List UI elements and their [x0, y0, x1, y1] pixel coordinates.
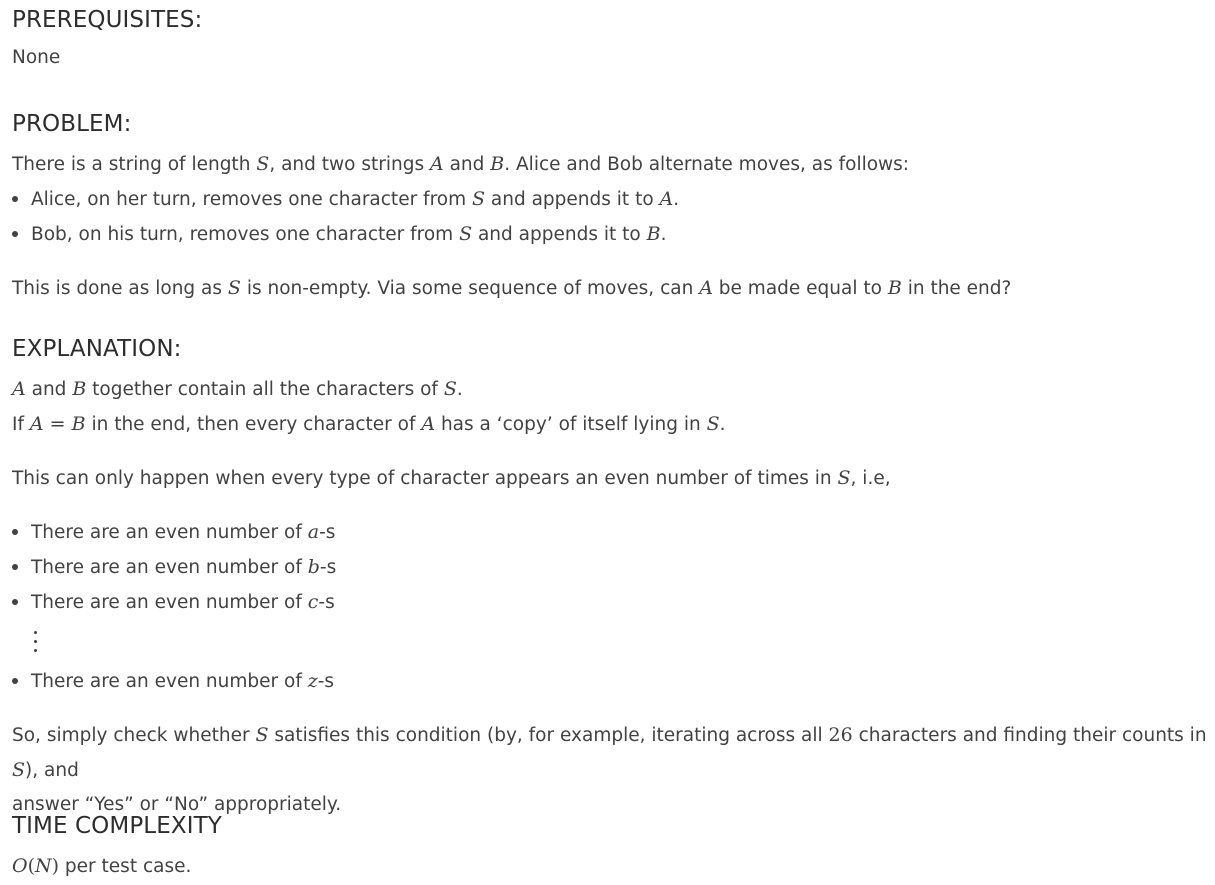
text: . — [456, 379, 463, 400]
prerequisites-heading: PREREQUISITES: — [12, 7, 203, 33]
explanation-conclusion: So, simply check whether S satisfies thi… — [12, 718, 1207, 822]
list-item: There are an even number of c-s — [12, 585, 1207, 620]
prerequisites-text: None — [12, 47, 61, 68]
text: There are an even number of — [31, 557, 308, 578]
text: This is done as long as — [12, 278, 228, 299]
text: There are an even number of — [31, 671, 308, 692]
text: has a ‘copy’ of itself lying in — [435, 414, 707, 435]
problem-heading: PROBLEM: — [12, 111, 132, 137]
bullet-icon — [12, 678, 18, 684]
text: . — [660, 224, 667, 245]
bullet-icon — [12, 564, 18, 570]
list-item: There are an even number of b-s — [12, 550, 1207, 585]
math-B: B — [71, 413, 86, 435]
text: Alice, on her turn, removes one characte… — [31, 189, 472, 210]
text: in the end, then every character of — [85, 414, 422, 435]
bullet-icon — [12, 231, 18, 237]
math-S: S — [256, 153, 270, 175]
text: -s — [317, 671, 335, 692]
text: . — [673, 189, 680, 210]
text: -s — [319, 522, 336, 543]
text: There are an even number of — [31, 522, 308, 543]
math-c: c — [307, 591, 319, 613]
text: . — [719, 414, 726, 435]
text: be made equal to — [712, 278, 888, 299]
bullet-icon — [12, 196, 18, 202]
text: , i.e, — [850, 468, 891, 489]
text: and appends it to — [472, 224, 647, 245]
math-equals: = — [43, 413, 72, 435]
problem-statement-line: There is a string of length S, and two s… — [12, 147, 1202, 182]
explanation-section: EXPLANATION: A and B together contain al… — [12, 335, 1207, 822]
math-S: S — [459, 223, 473, 245]
math-z: z — [307, 670, 318, 692]
problem-question-line: This is done as long as S is non-empty. … — [12, 271, 1202, 306]
math-B: B — [646, 223, 661, 245]
math-a: a — [307, 521, 320, 543]
prerequisites-section: PREREQUISITES: None — [12, 6, 202, 72]
text: -s — [319, 557, 337, 578]
text: This can only happen when every type of … — [12, 468, 838, 489]
math-A: A — [699, 277, 713, 299]
math-S: S — [12, 759, 26, 781]
math-S: S — [227, 277, 241, 299]
problem-section: PROBLEM: There is a string of length S, … — [12, 110, 1202, 306]
math-S: S — [837, 467, 851, 489]
math-A: A — [429, 153, 444, 175]
list-item: There are an even number of a-s — [12, 515, 1207, 550]
complexity-section: TIME COMPLEXITY O(N) per test case. — [12, 812, 222, 884]
explanation-line-1: A and B together contain all the charact… — [12, 372, 1207, 407]
text: is non-empty. Via some sequence of moves… — [240, 278, 700, 299]
list-item-bob: Bob, on his turn, removes one character … — [12, 217, 1202, 252]
explanation-line-3: This can only happen when every type of … — [12, 461, 1207, 496]
even-count-list: There are an even number of a-s There ar… — [12, 515, 1207, 620]
text: , and two strings — [269, 154, 430, 175]
bullet-icon — [12, 529, 18, 535]
math-B: B — [490, 153, 505, 175]
text: and appends it to — [485, 189, 660, 210]
text: ), and — [25, 760, 79, 781]
vertical-ellipsis-icon — [12, 620, 1207, 664]
list-item-alice: Alice, on her turn, removes one characte… — [12, 182, 1202, 217]
math-B: B — [72, 378, 87, 400]
text: in the end? — [901, 278, 1012, 299]
complexity-heading: TIME COMPLEXITY — [12, 813, 222, 839]
text: So, simply check whether — [12, 725, 256, 746]
math-S: S — [443, 378, 457, 400]
text: There are an even number of — [31, 592, 308, 613]
complexity-text: O(N) per test case. — [12, 849, 222, 884]
math-A: A — [659, 188, 674, 210]
text: characters and finding their counts in — [852, 725, 1207, 746]
math-S: S — [706, 413, 720, 435]
text: -s — [318, 592, 335, 613]
math-paren: ( — [27, 855, 35, 877]
explanation-line-2: If A = B in the end, then every characte… — [12, 407, 1207, 442]
text: Bob, on his turn, removes one character … — [31, 224, 460, 245]
math-A: A — [29, 413, 44, 435]
text: per test case. — [59, 856, 192, 877]
math-N: N — [35, 855, 52, 877]
problem-moves-list: Alice, on her turn, removes one characte… — [12, 182, 1202, 252]
text: . Alice and Bob alternate moves, as foll… — [504, 154, 910, 175]
text: together contain all the characters of — [86, 379, 444, 400]
math-A: A — [421, 413, 436, 435]
math-B: B — [887, 277, 902, 299]
even-count-list-end: There are an even number of z-s — [12, 664, 1207, 699]
text: and — [25, 379, 73, 400]
math-26: 26 — [828, 724, 853, 746]
text: There is a string of length — [12, 154, 257, 175]
math-S: S — [255, 724, 269, 746]
math-paren: ) — [51, 855, 60, 877]
math-S: S — [472, 188, 486, 210]
list-item: There are an even number of z-s — [12, 664, 1207, 699]
bullet-icon — [12, 599, 18, 605]
math-A: A — [12, 378, 26, 400]
math-b: b — [307, 556, 320, 578]
math-big-o: O — [12, 855, 28, 877]
text: If — [12, 414, 30, 435]
text: satisfies this condition (by, for exampl… — [268, 725, 829, 746]
text: and — [443, 154, 491, 175]
explanation-heading: EXPLANATION: — [12, 336, 182, 362]
